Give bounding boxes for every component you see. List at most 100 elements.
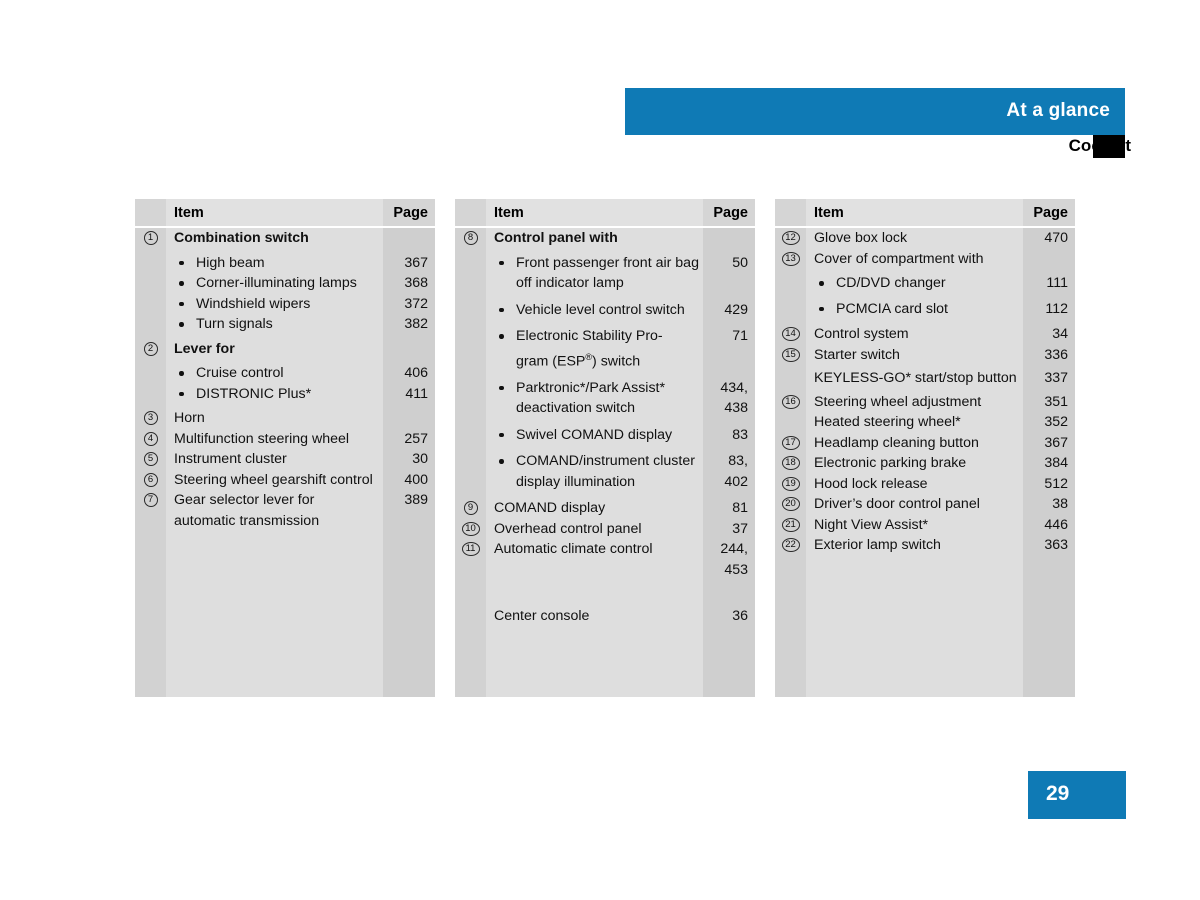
table-row: KEYLESS-GO* start/stop button 337 [775, 368, 1075, 389]
item-number: 9 [455, 498, 486, 516]
page-reference: 30 [412, 451, 428, 467]
item-label: PCMCIA card slot [806, 299, 1023, 320]
item-number: 17 [775, 433, 806, 450]
table-row: 8 Control panel with [455, 228, 755, 249]
item-label: Cover of compartment with [814, 250, 984, 267]
registered-mark: ® [585, 351, 593, 362]
page-reference: 367 [1044, 434, 1068, 451]
item-label: Control system [814, 326, 909, 342]
item-number: 13 [775, 249, 806, 266]
table-row: High beam 367 [135, 253, 435, 274]
item-number: 2 [135, 339, 166, 356]
column-header-page: Page [383, 199, 435, 226]
page-reference: 337 [1044, 370, 1068, 386]
table-header-row: Item Page [135, 199, 435, 226]
chapter-marker-icon [1093, 135, 1125, 158]
table-row: 12 Glove box lock 470 [775, 228, 1075, 249]
item-label: Multifunction steering wheel [174, 430, 350, 447]
table-row: Turn signals 382 [135, 314, 435, 335]
table-row: DISTRONIC Plus* 411 [135, 384, 435, 405]
table-row: 20 Driver’s door control panel 38 [775, 494, 1075, 515]
item-number [135, 363, 166, 366]
page-reference: 50 [732, 254, 748, 271]
page-reference: 37 [732, 520, 748, 537]
page-number: 29 [1046, 782, 1070, 805]
page-reference: 382 [404, 316, 428, 332]
item-label: Night View Assist* [814, 516, 929, 533]
item-number [775, 412, 806, 415]
page-reference: 244, 453 [720, 541, 748, 578]
table-row: Electronic Stability Pro-gram (ESP®) swi… [455, 326, 755, 372]
table-row: 3 Horn [135, 408, 435, 429]
item-number: 14 [775, 324, 806, 341]
circled-number-icon: 5 [143, 452, 158, 466]
page-number-badge: 29 [1028, 771, 1126, 819]
table-body: 12 Glove box lock 470 13 Cover of compartmen… [775, 228, 1075, 697]
table-header-row: Item Page [775, 199, 1075, 226]
circled-number-icon: 4 [143, 431, 158, 446]
item-number: 16 [775, 392, 806, 409]
item-number: 5 [135, 449, 166, 466]
item-number [775, 273, 806, 276]
item-number: 22 [775, 535, 806, 552]
item-label: Center console [494, 608, 590, 625]
table-row: 11 Automatic climate control 244, 453 [455, 539, 755, 580]
item-label: Control panel with [494, 230, 618, 246]
item-number: 4 [135, 429, 166, 446]
table-row: 16 Steering wheel adjustment 351 [775, 392, 1075, 413]
item-label: KEYLESS-GO* start/stop button [814, 370, 1017, 386]
reference-table: Item Page 1 Combination switch High beam 367 C… [135, 199, 435, 697]
item-number: 20 [775, 494, 806, 511]
item-label: Parktronic*/Park Assist* deactivation sw… [486, 378, 703, 419]
item-number: 7 [135, 490, 166, 507]
page-reference: 81 [732, 500, 748, 517]
item-label: DISTRONIC Plus* [166, 384, 383, 405]
item-number: 10 [455, 519, 486, 536]
page-reference: 336 [1044, 346, 1068, 363]
item-label: High beam [166, 253, 383, 274]
table-row: Corner-illuminating lamps 368 [135, 273, 435, 294]
table-row: Center console 36 [455, 606, 755, 627]
item-label: Heated steering wheel* [814, 414, 961, 430]
table-row: 17 Headlamp cleaning button 367 [775, 433, 1075, 454]
page-reference: 389 [404, 492, 428, 508]
table-row: Parktronic*/Park Assist* deactivation sw… [455, 378, 755, 419]
item-number [455, 451, 486, 454]
page-reference: 372 [404, 295, 428, 312]
item-number [135, 294, 166, 297]
table-row: PCMCIA card slot 112 [775, 299, 1075, 320]
header-accent-bar: At a glance [625, 88, 1125, 135]
item-number [775, 299, 806, 302]
item-number: 3 [135, 408, 166, 425]
page-reference: 36 [732, 608, 748, 625]
item-number [775, 368, 806, 371]
item-label: Cruise control [166, 363, 383, 384]
item-label: Exterior lamp switch [814, 537, 941, 553]
item-number: 15 [775, 345, 806, 362]
page-reference: 83 [732, 426, 748, 443]
page-reference: 112 [1045, 300, 1068, 317]
table-row: Cruise control 406 [135, 363, 435, 384]
circled-number-icon: 1 [143, 231, 158, 245]
item-number [455, 300, 486, 303]
circled-number-icon: 8 [463, 231, 478, 245]
circled-number-icon: 7 [143, 493, 158, 507]
page-reference: 83, 402 [724, 453, 748, 490]
circled-number-icon: 14 [781, 327, 800, 341]
table-row: 2 Lever for [135, 339, 435, 360]
table-row: 9 COMAND display 81 [455, 498, 755, 519]
page-reference: 400 [404, 471, 428, 488]
item-label: Windshield wipers [166, 294, 383, 315]
page-reference: 470 [1044, 230, 1068, 246]
item-number: 21 [775, 515, 806, 532]
page-reference: 351 [1044, 393, 1068, 410]
table-row: 13 Cover of compartment with [775, 249, 1075, 270]
manual-page: At a glance Cockpit ItemPage1Combination… [0, 0, 1200, 900]
item-number: 8 [455, 228, 486, 245]
table-row: 6 Steering wheel gearshift control 400 [135, 470, 435, 491]
table-row: 5 Instrument cluster 30 [135, 449, 435, 470]
item-number [455, 425, 486, 428]
table-row: 1 Combination switch [135, 228, 435, 249]
page-reference: 411 [405, 385, 428, 402]
circled-number-icon: 17 [781, 435, 800, 450]
